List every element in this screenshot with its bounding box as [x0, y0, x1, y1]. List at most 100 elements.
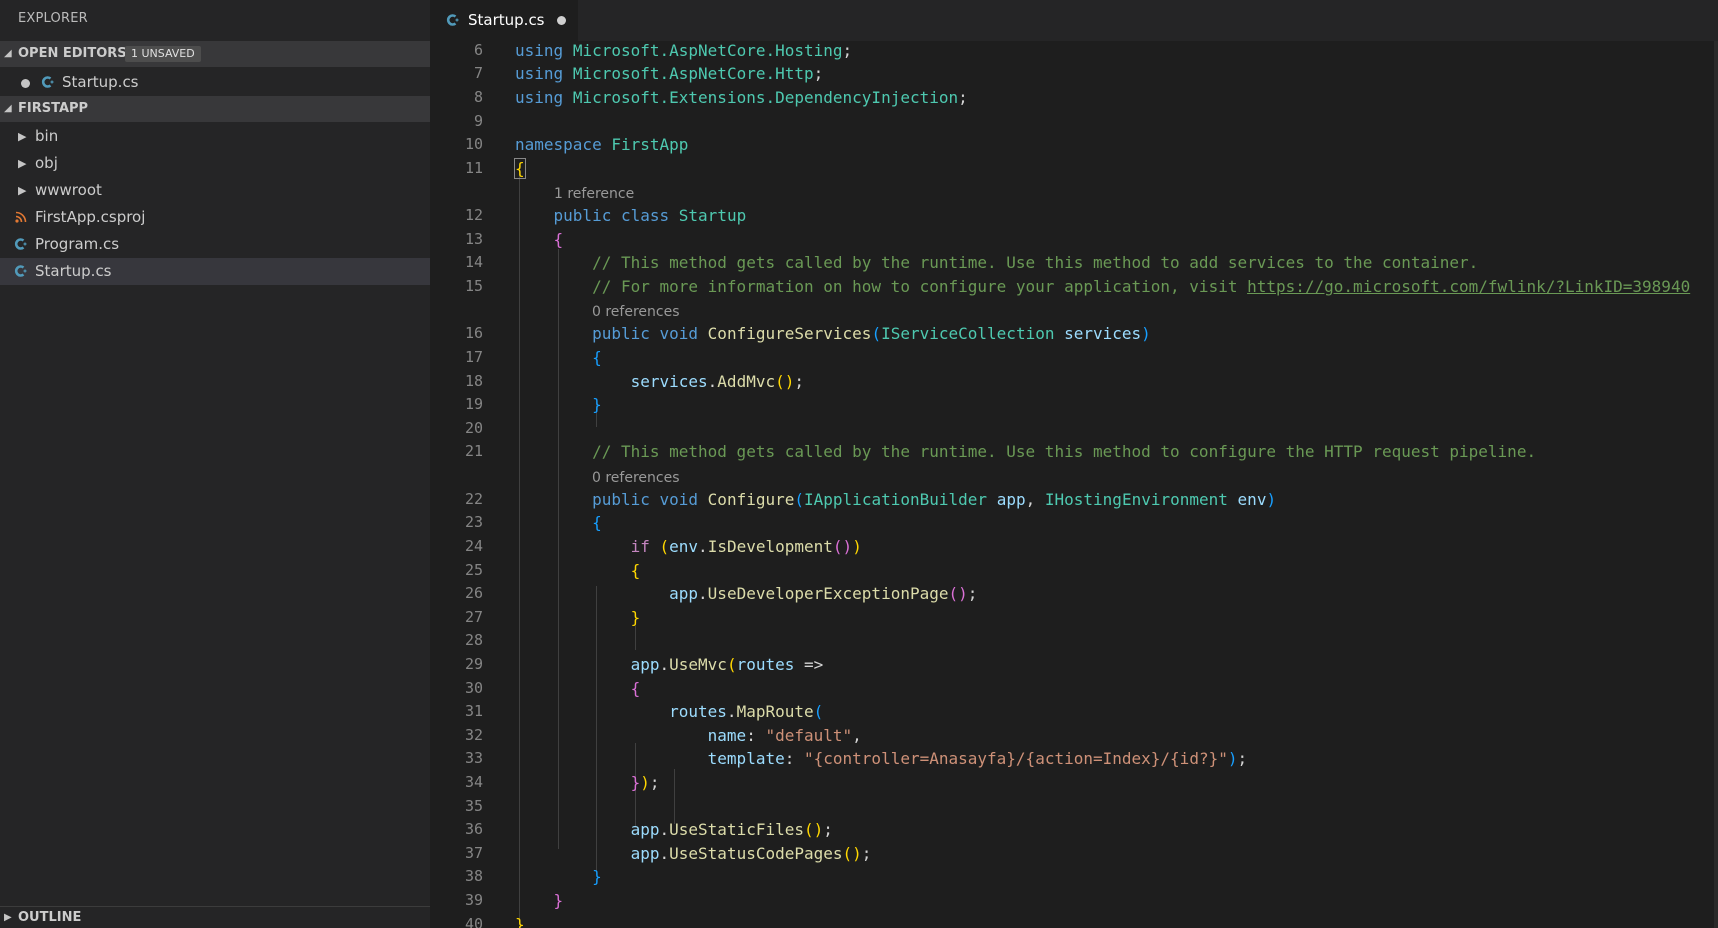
- token: ): [1266, 490, 1276, 509]
- comment-link[interactable]: https://go.microsoft.com/fwlink/?LinkID=…: [1247, 277, 1690, 296]
- token: app: [631, 844, 660, 863]
- token: {: [592, 348, 602, 367]
- line-number: 6: [430, 41, 483, 59]
- token: app: [631, 820, 660, 839]
- token: }: [592, 395, 602, 414]
- token: ;: [968, 584, 978, 603]
- code-line: routes.MapRoute(: [515, 702, 823, 721]
- token: // This method gets called by the runtim…: [592, 253, 1478, 272]
- csharp-icon: [41, 75, 55, 89]
- line-number: 25: [430, 561, 483, 579]
- token: (): [833, 537, 852, 556]
- token: ;: [862, 844, 872, 863]
- token: public: [592, 324, 650, 343]
- csharp-icon: [446, 13, 460, 27]
- csharp-icon: [14, 237, 28, 251]
- token: AddMvc: [717, 372, 775, 391]
- line-number: 11: [430, 159, 483, 177]
- token: void: [660, 490, 699, 509]
- unsaved-badge: 1 UNSAVED: [125, 46, 201, 62]
- token: ;: [843, 41, 853, 60]
- line-number: 21: [430, 442, 483, 460]
- indent-guide: [635, 626, 636, 650]
- token: }: [515, 915, 525, 928]
- line-number: 23: [430, 513, 483, 531]
- chevron-down-icon: ◢: [4, 96, 12, 122]
- code-line: using Microsoft.AspNetCore.Hosting;: [515, 41, 852, 60]
- indent-guide: [674, 769, 675, 824]
- token: public: [592, 490, 650, 509]
- open-editors-header[interactable]: ◢ OPEN EDITORS 1 UNSAVED: [0, 41, 430, 67]
- line-number: 31: [430, 702, 483, 720]
- token: ;: [1237, 749, 1247, 768]
- code-editor[interactable]: 6 7 8 9 10 11 12 13 14 15 16 17 18 19 20…: [430, 41, 1718, 928]
- tree-item-label: Startup.cs: [35, 258, 112, 285]
- token: ;: [794, 372, 804, 391]
- token: ;: [958, 88, 968, 107]
- token: // For more information on how to config…: [592, 277, 1247, 296]
- code-lens-references[interactable]: 0 references: [592, 470, 680, 486]
- line-number: 13: [430, 230, 483, 248]
- outline-header[interactable]: ▶ OUTLINE: [0, 906, 430, 928]
- tree-file-startup[interactable]: Startup.cs: [0, 258, 430, 285]
- token: .: [708, 372, 718, 391]
- chevron-right-icon: ▶: [18, 177, 26, 204]
- tree-file-csproj[interactable]: FirstApp.csproj: [0, 204, 430, 231]
- line-number: 14: [430, 253, 483, 271]
- token: (: [660, 537, 670, 556]
- token: ;: [814, 64, 824, 83]
- token: "default": [765, 726, 852, 745]
- token: .: [727, 702, 737, 721]
- tree-file-program[interactable]: Program.cs: [0, 231, 430, 258]
- open-editor-label: Startup.cs: [62, 69, 139, 96]
- open-editor-item-startup[interactable]: Startup.cs: [0, 69, 430, 96]
- token: :: [746, 726, 756, 745]
- code-line: public class Startup: [515, 206, 746, 225]
- line-number: 36: [430, 820, 483, 838]
- token: services: [631, 372, 708, 391]
- token: :: [785, 749, 795, 768]
- code-line: app.UseDeveloperExceptionPage();: [515, 584, 977, 603]
- token: (): [843, 844, 862, 863]
- tree-item-label: FirstApp.csproj: [35, 204, 145, 231]
- project-header-firstapp[interactable]: ◢ FIRSTAPP: [0, 96, 430, 122]
- line-number: 24: [430, 537, 483, 555]
- line-number: 33: [430, 749, 483, 767]
- tree-folder-wwwroot[interactable]: ▶ wwwroot: [0, 177, 430, 204]
- line-number: 9: [430, 112, 483, 130]
- token: {: [631, 561, 641, 580]
- code-line: services.AddMvc();: [515, 372, 804, 391]
- tree-item-label: obj: [35, 150, 58, 177]
- token: using: [515, 41, 563, 60]
- vertical-scrollbar[interactable]: [1714, 41, 1718, 928]
- tree-folder-obj[interactable]: ▶ obj: [0, 150, 430, 177]
- token: Microsoft.Extensions.DependencyInjection: [573, 88, 958, 107]
- code-line: using Microsoft.AspNetCore.Http;: [515, 64, 823, 83]
- tree-item-label: wwwroot: [35, 177, 102, 204]
- token: ;: [650, 773, 660, 792]
- token: .: [698, 584, 708, 603]
- tab-startup-cs[interactable]: Startup.cs: [430, 0, 578, 41]
- code-line: public void ConfigureServices(IServiceCo…: [515, 324, 1151, 343]
- line-number: 30: [430, 679, 483, 697]
- token: app: [631, 655, 660, 674]
- token: UseMvc: [669, 655, 727, 674]
- open-editors-label: OPEN EDITORS: [18, 41, 127, 67]
- token: {: [592, 513, 602, 532]
- token: IsDevelopment: [708, 537, 833, 556]
- tree-folder-bin[interactable]: ▶ bin: [0, 123, 430, 150]
- chevron-down-icon: ◢: [4, 41, 12, 67]
- code-lens-references[interactable]: 1 reference: [554, 186, 634, 202]
- unsaved-dot-icon[interactable]: [557, 16, 566, 25]
- code-lens-references[interactable]: 0 references: [592, 304, 680, 320]
- code-line: public void Configure(IApplicationBuilde…: [515, 490, 1276, 509]
- token: routes: [737, 655, 795, 674]
- token: name: [708, 726, 747, 745]
- token: UseStaticFiles: [669, 820, 804, 839]
- code-line: }: [515, 867, 602, 886]
- token: "{controller=Anasayfa}/{action=Index}/{i…: [804, 749, 1228, 768]
- token: routes: [669, 702, 727, 721]
- token: }: [554, 891, 564, 910]
- unsaved-dot-icon[interactable]: [21, 79, 30, 88]
- line-number: 8: [430, 88, 483, 106]
